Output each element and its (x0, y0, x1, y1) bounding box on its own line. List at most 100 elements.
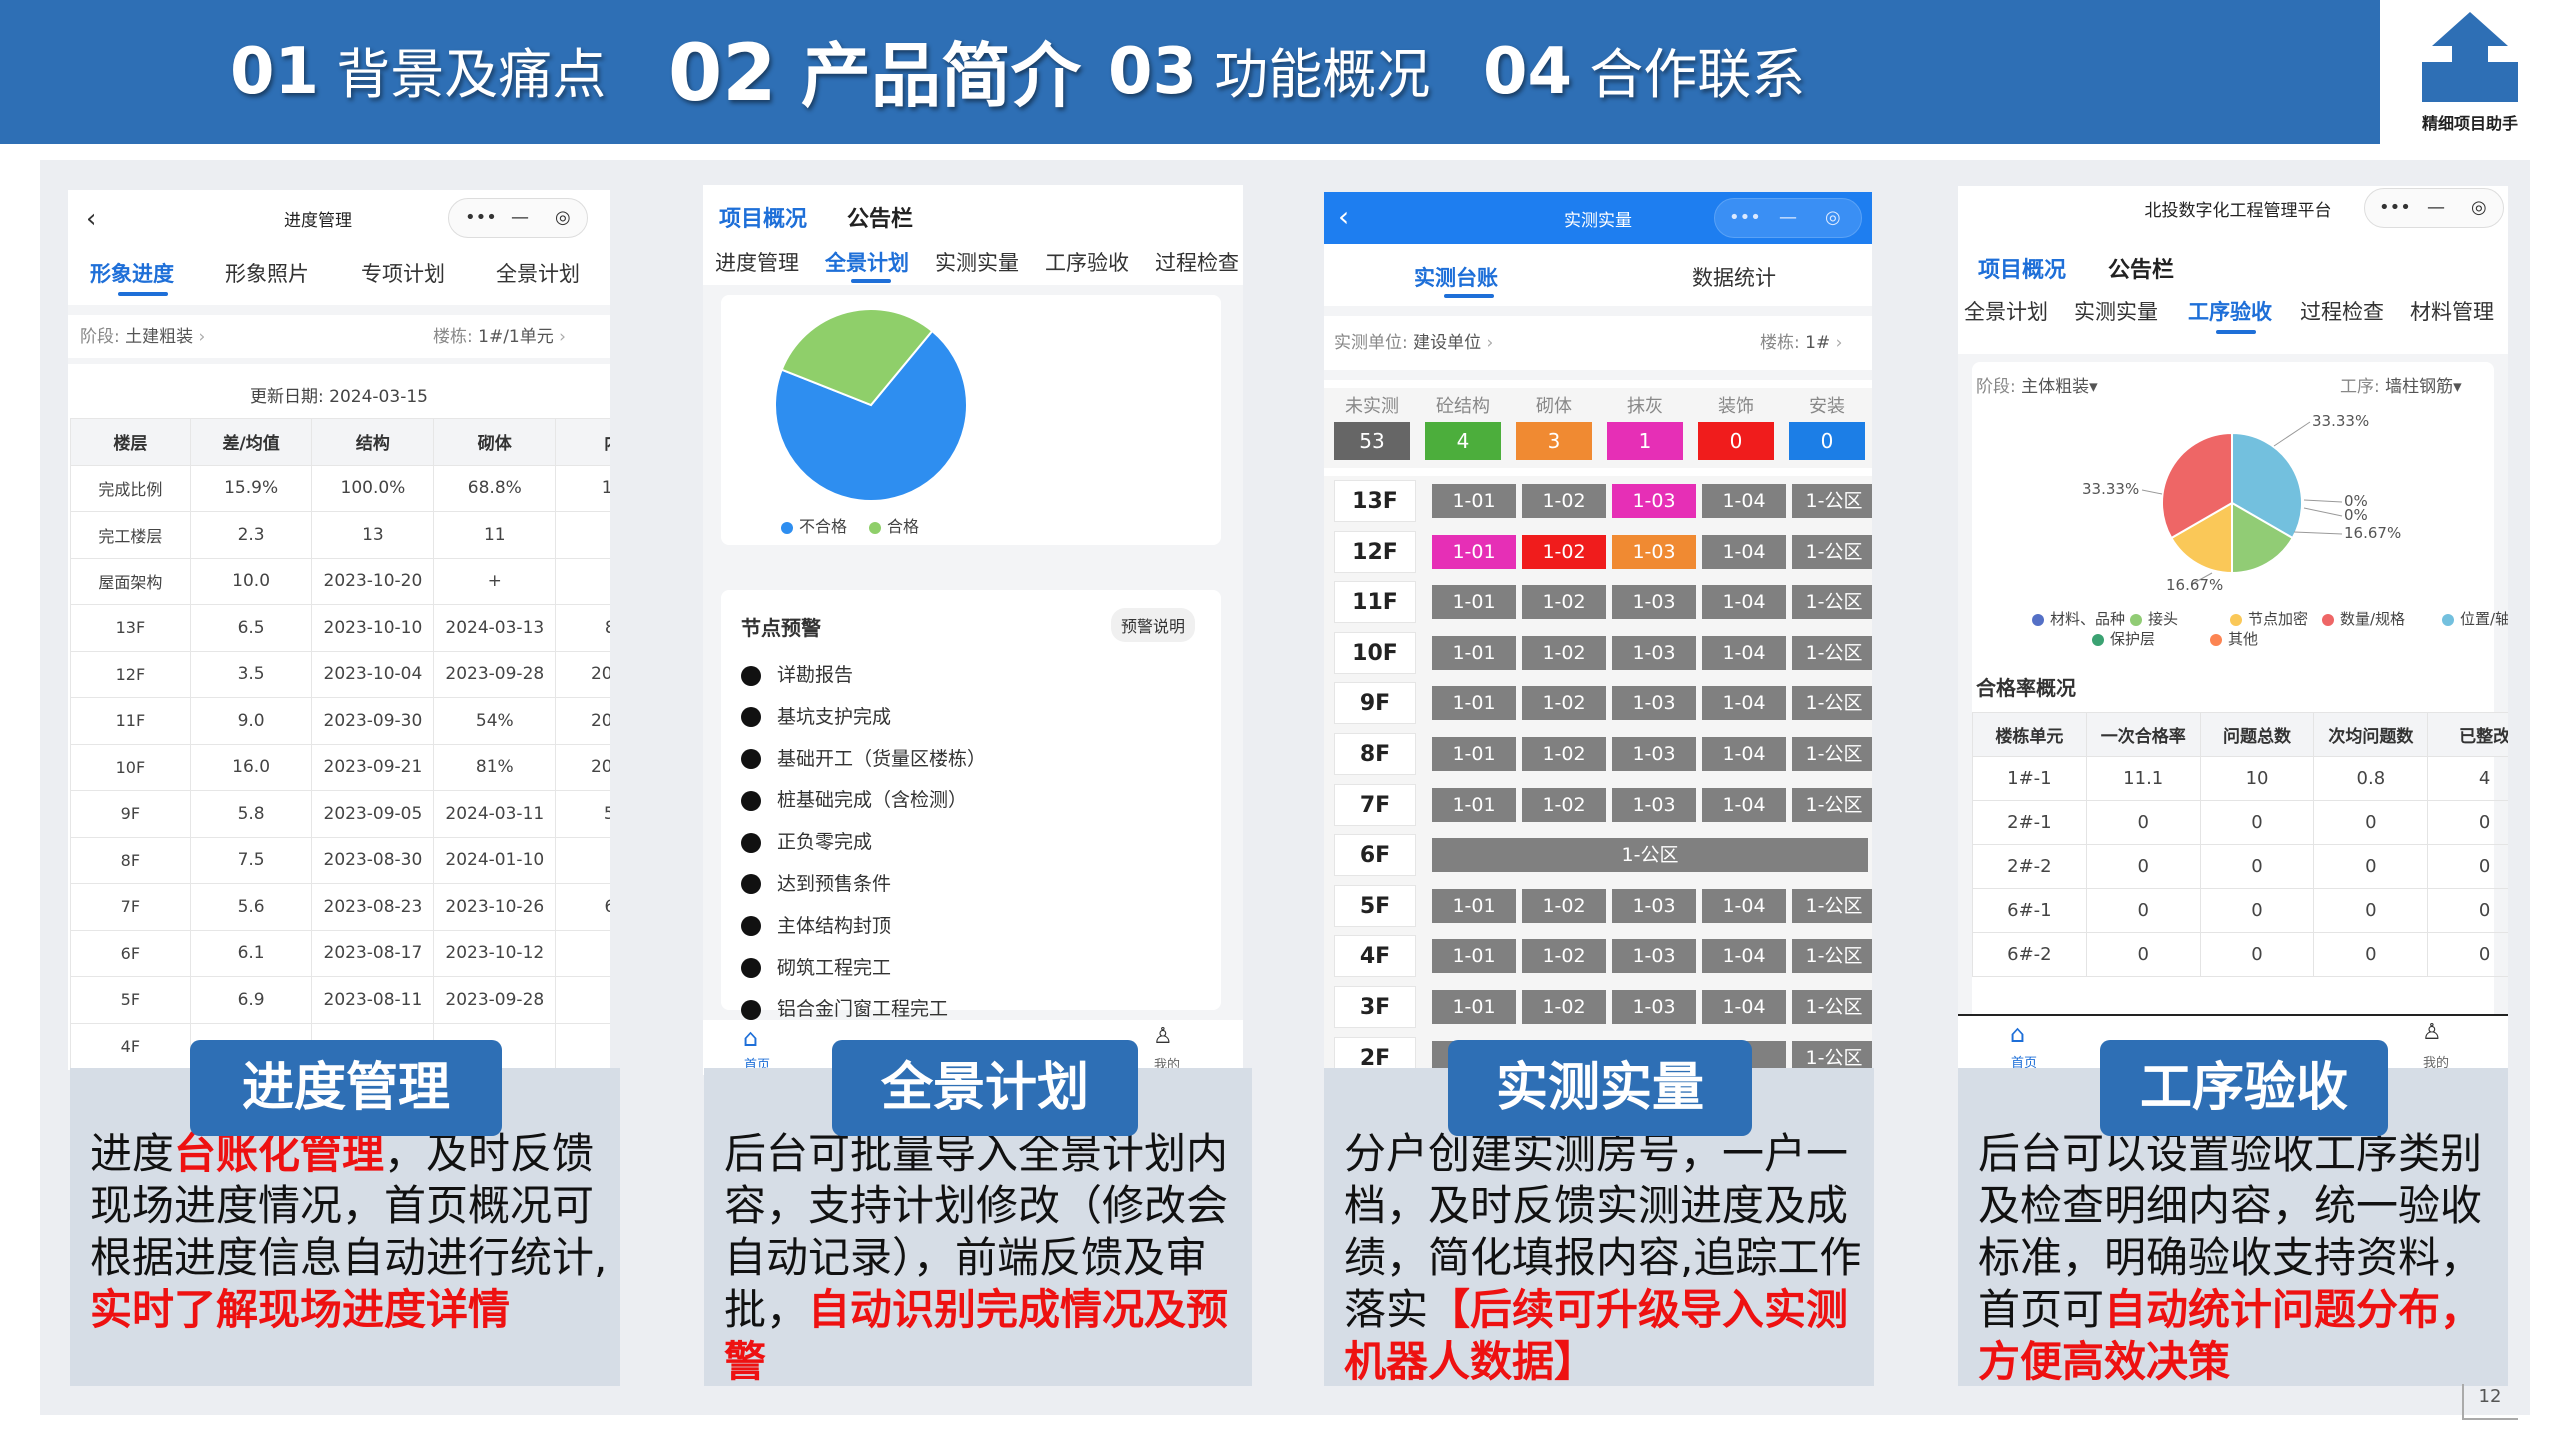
home-icon[interactable]: ⌂ (2010, 1020, 2025, 1048)
room-cell[interactable]: 1-02 (1522, 939, 1606, 974)
miniprogram-capsule[interactable]: ••• — ◎ (2364, 188, 2504, 228)
process-filter[interactable]: 工序: 墙柱钢筋▾ (2340, 372, 2462, 397)
tab-bulletin[interactable]: 公告栏 (847, 201, 913, 233)
tab-material-mgmt[interactable]: 材料管理 (2410, 296, 2494, 326)
room-cell[interactable]: 1-03 (1612, 635, 1696, 670)
tab-process-acceptance[interactable]: 工序验收 (1045, 247, 1129, 277)
room-cell[interactable]: 1-03 (1612, 990, 1696, 1024)
tab-panorama-plan[interactable]: 全景计划 (825, 247, 909, 277)
node-item[interactable]: 基坑支护完成 (741, 702, 1211, 744)
room-cell[interactable]: 1-公区 (1792, 585, 1872, 620)
room-cell[interactable]: 1-02 (1522, 484, 1606, 518)
building-filter[interactable]: 楼栋: 1# › (1760, 328, 1842, 353)
minimize-icon[interactable]: — (2427, 197, 2445, 218)
room-cell[interactable]: 1-01 (1432, 585, 1516, 620)
room-cell[interactable]: 1-公区 (1432, 838, 1868, 873)
room-cell[interactable]: 1-02 (1522, 737, 1606, 771)
room-cell[interactable]: 1-04 (1702, 484, 1786, 518)
room-cell[interactable]: 1-01 (1432, 737, 1516, 771)
close-target-icon[interactable]: ◎ (2471, 197, 2487, 218)
room-cell[interactable]: 1-01 (1432, 635, 1516, 670)
room-cell[interactable]: 1-公区 (1792, 686, 1872, 721)
room-cell[interactable]: 1-02 (1522, 888, 1606, 923)
node-item[interactable]: 砌筑工程完工 (741, 953, 1211, 995)
close-target-icon[interactable]: ◎ (555, 207, 571, 228)
miniprogram-capsule[interactable]: ••• — ◎ (448, 198, 588, 238)
node-item[interactable]: 桩基础完成（含检测） (741, 785, 1211, 827)
room-cell[interactable]: 1-01 (1432, 686, 1516, 721)
room-cell[interactable]: 1-03 (1612, 585, 1696, 620)
room-cell[interactable]: 1-公区 (1792, 635, 1872, 670)
node-item[interactable]: 正负零完成 (741, 827, 1211, 869)
counter-value[interactable]: 53 (1334, 422, 1410, 460)
close-target-icon[interactable]: ◎ (1825, 207, 1841, 228)
room-cell[interactable]: 1-公区 (1792, 888, 1872, 923)
back-icon[interactable]: ‹ (1338, 200, 1349, 233)
nav-item-product[interactable]: 02 产品简介 (668, 20, 1081, 119)
room-cell[interactable]: 1-04 (1702, 939, 1786, 974)
room-cell[interactable]: 1-03 (1612, 787, 1696, 822)
unit-filter[interactable]: 实测单位: 建设单位 › (1334, 328, 1493, 353)
room-cell[interactable]: 1-04 (1702, 585, 1786, 620)
room-cell[interactable]: 1-公区 (1792, 534, 1872, 569)
more-icon[interactable]: ••• (1729, 207, 1761, 228)
room-cell[interactable]: 1-03 (1612, 888, 1696, 923)
tab-measurement-ledger[interactable]: 实测台账 (1414, 262, 1498, 292)
counter-value[interactable]: 0 (1789, 422, 1865, 460)
tab-process-acceptance[interactable]: 工序验收 (2188, 296, 2272, 326)
tab-measurement[interactable]: 实测实量 (935, 247, 1019, 277)
tab-project-overview[interactable]: 项目概况 (719, 201, 807, 233)
room-cell[interactable]: 1-04 (1702, 787, 1786, 822)
room-cell[interactable]: 1-02 (1522, 635, 1606, 670)
counter-value[interactable]: 1 (1607, 422, 1683, 460)
more-icon[interactable]: ••• (465, 207, 497, 228)
tab-process-inspection[interactable]: 过程检查 (2300, 296, 2384, 326)
room-cell[interactable]: 1-01 (1432, 888, 1516, 923)
room-cell[interactable]: 1-公区 (1792, 990, 1872, 1024)
room-cell[interactable]: 1-01 (1432, 534, 1516, 569)
tab-image-progress[interactable]: 形象进度 (90, 258, 174, 288)
back-icon[interactable]: ‹ (86, 204, 96, 234)
room-cell[interactable]: 1-公区 (1792, 484, 1872, 518)
user-icon[interactable]: ♙ (1153, 1024, 1173, 1049)
tab-image-photos[interactable]: 形象照片 (225, 258, 309, 288)
room-cell[interactable]: 1-02 (1522, 686, 1606, 721)
tab-data-statistics[interactable]: 数据统计 (1692, 262, 1776, 292)
room-cell[interactable]: 1-04 (1702, 737, 1786, 771)
room-cell[interactable]: 1-公区 (1792, 737, 1872, 771)
room-cell[interactable]: 1-02 (1522, 787, 1606, 822)
tab-bulletin[interactable]: 公告栏 (2108, 252, 2174, 284)
room-cell[interactable]: 1-02 (1522, 990, 1606, 1024)
room-cell[interactable]: 1-03 (1612, 939, 1696, 974)
tab-measurement[interactable]: 实测实量 (2074, 296, 2158, 326)
room-cell[interactable]: 1-02 (1522, 534, 1606, 569)
user-icon[interactable]: ♙ (2422, 1020, 2442, 1045)
tab-special-plan[interactable]: 专项计划 (361, 258, 445, 288)
nav-item-background[interactable]: 01 背景及痛点 (230, 30, 606, 120)
room-cell[interactable]: 1-03 (1612, 484, 1696, 518)
room-cell[interactable]: 1-02 (1522, 585, 1606, 620)
tab-process-inspection[interactable]: 过程检查 (1155, 247, 1239, 277)
counter-value[interactable]: 4 (1425, 422, 1501, 460)
room-cell[interactable]: 1-04 (1702, 990, 1786, 1024)
room-cell[interactable]: 1-03 (1612, 686, 1696, 721)
stage-filter[interactable]: 阶段: 主体粗装▾ (1976, 372, 2098, 397)
more-icon[interactable]: ••• (2379, 197, 2411, 218)
counter-value[interactable]: 3 (1516, 422, 1592, 460)
room-cell[interactable]: 1-01 (1432, 939, 1516, 974)
node-item[interactable]: 基础开工（货量区楼栋） (741, 744, 1211, 786)
tab-project-overview[interactable]: 项目概况 (1978, 252, 2066, 284)
room-cell[interactable]: 1-01 (1432, 990, 1516, 1024)
minimize-icon[interactable]: — (511, 207, 529, 228)
room-cell[interactable]: 1-01 (1432, 484, 1516, 518)
tab-progress-mgmt[interactable]: 进度管理 (715, 247, 799, 277)
node-item[interactable]: 详勘报告 (741, 660, 1211, 702)
tab-panorama-plan[interactable]: 全景计划 (496, 258, 580, 288)
room-cell[interactable]: 1-04 (1702, 686, 1786, 721)
warning-explain-button[interactable]: 预警说明 (1111, 608, 1196, 642)
room-cell[interactable]: 1-01 (1432, 787, 1516, 822)
building-filter[interactable]: 楼栋: 1#/1单元 › (433, 322, 566, 347)
room-cell[interactable]: 1-公区 (1792, 939, 1872, 974)
tab-panorama-plan[interactable]: 全景计划 (1964, 296, 2048, 326)
miniprogram-capsule[interactable]: ••• — ◎ (1714, 198, 1862, 238)
